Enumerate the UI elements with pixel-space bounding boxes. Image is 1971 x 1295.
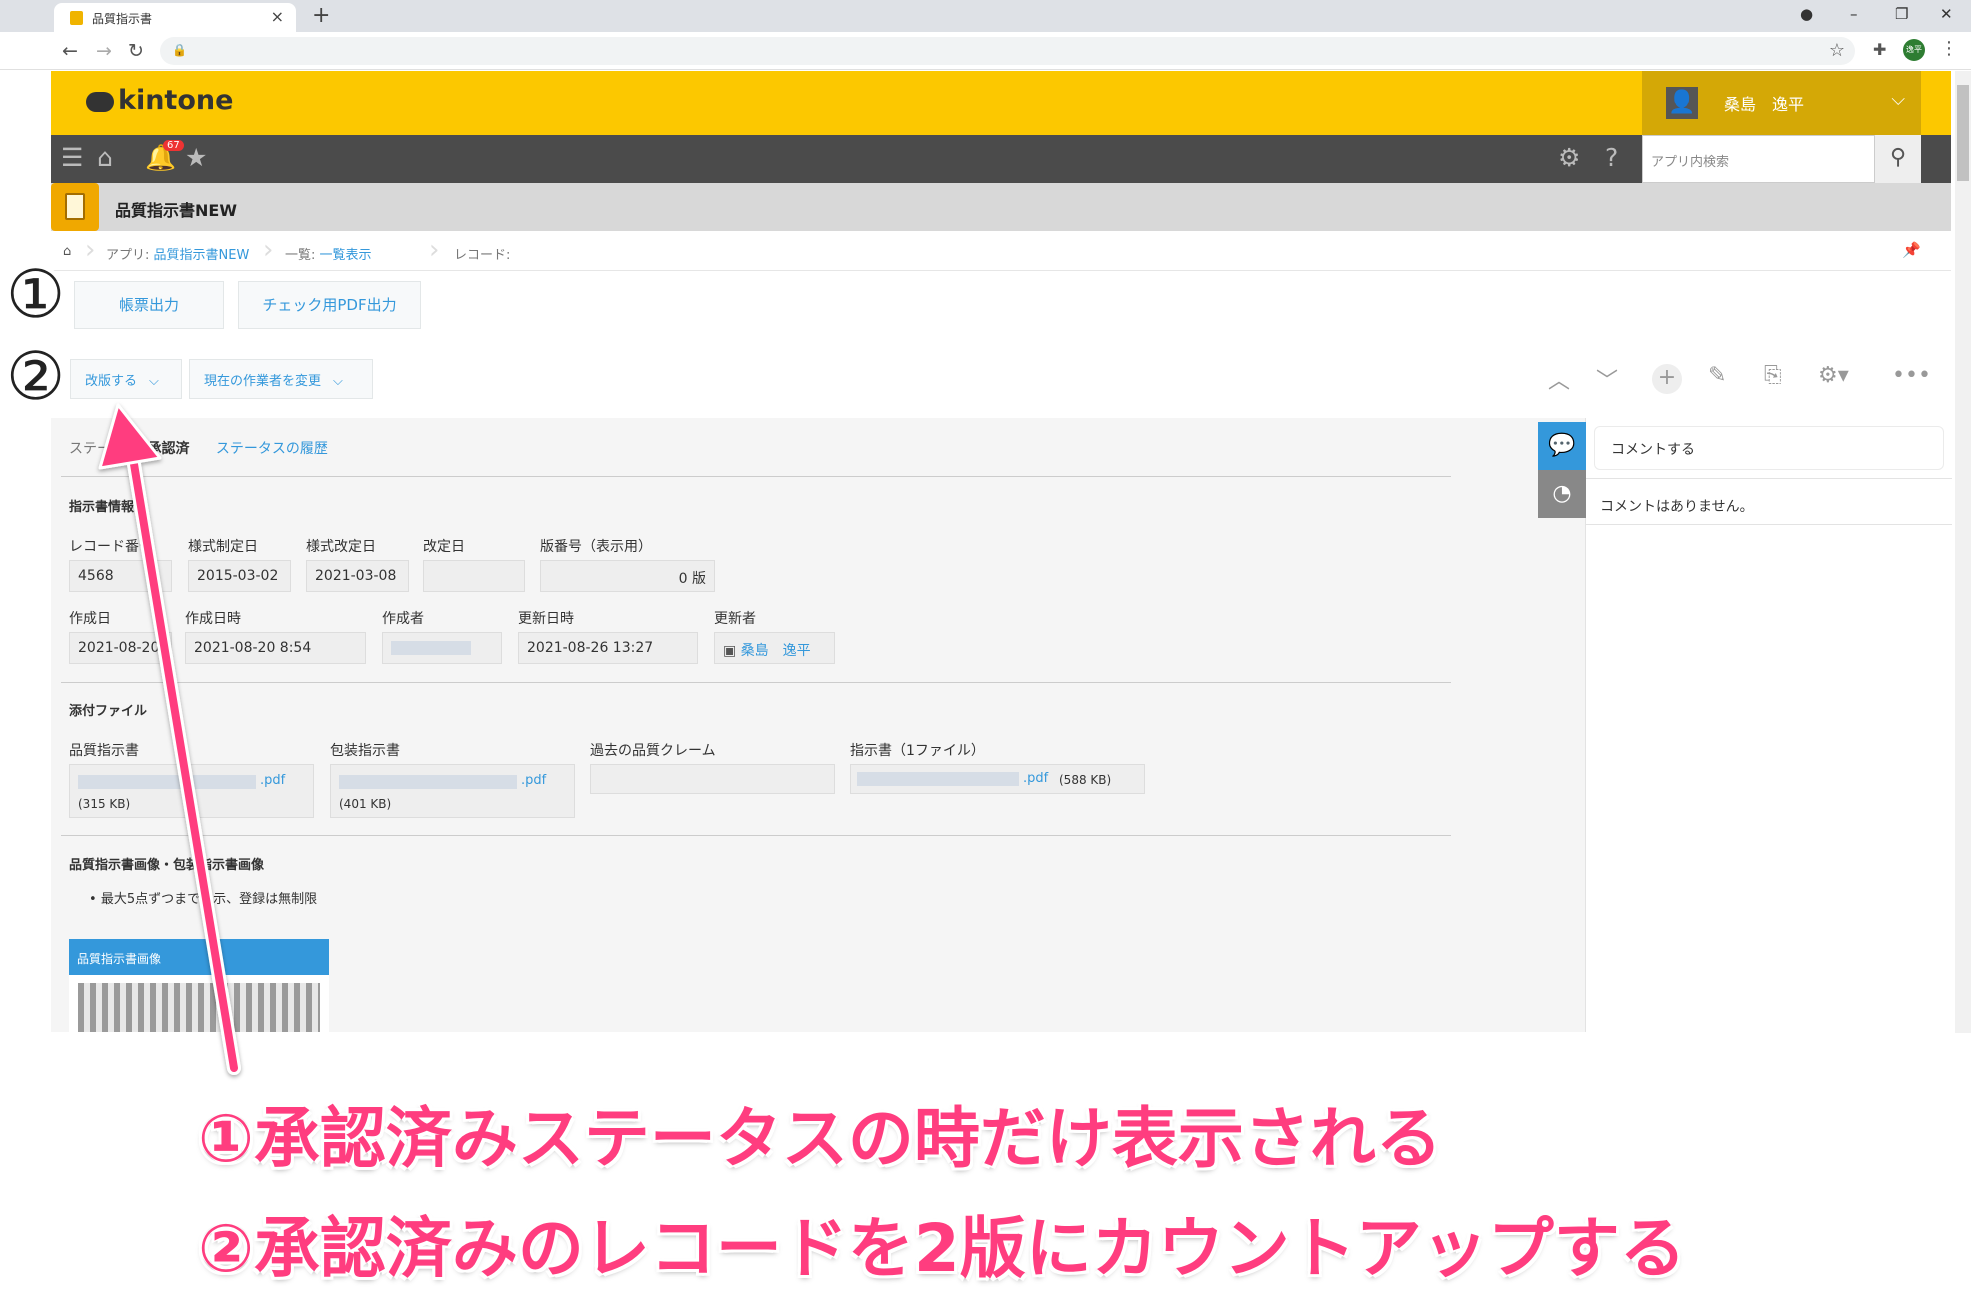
- annotation-note-2: ②承認済みのレコードを2版にカウントアップする: [198, 1210, 1686, 1287]
- annotation-note-1: ①承認済みステータスの時だけ表示される: [198, 1100, 1442, 1177]
